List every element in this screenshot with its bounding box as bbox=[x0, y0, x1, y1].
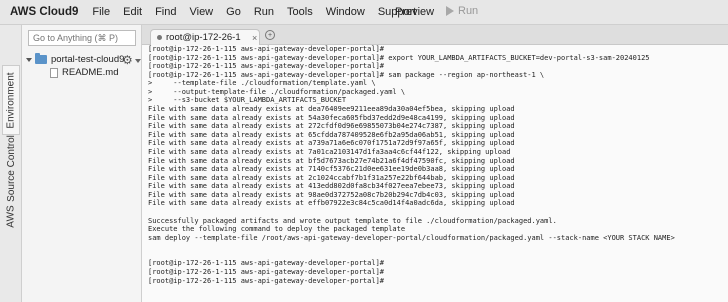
terminal-line: > --s3-bucket $YOUR_LAMBDA_ARTIFACTS_BUC… bbox=[148, 96, 347, 105]
terminal-line: File with same data already exists at 7a… bbox=[148, 147, 511, 156]
menu-bar: AWS Cloud9 File Edit Find View Go Run To… bbox=[0, 0, 728, 25]
terminal-line: File with same data already exists at 71… bbox=[148, 165, 515, 174]
tab-aws-label: AWS bbox=[5, 204, 17, 228]
tree-folder-root[interactable]: portal-test-cloud9 bbox=[26, 53, 125, 65]
menu-go[interactable]: Go bbox=[226, 6, 241, 18]
run-button[interactable]: Run bbox=[446, 5, 478, 17]
folder-icon bbox=[35, 53, 47, 64]
terminal-line: sam deploy --template-file /root/aws-api… bbox=[148, 233, 675, 242]
menu-window[interactable]: Window bbox=[326, 6, 365, 18]
terminal-line: > --template-file ./cloudformation/templ… bbox=[148, 79, 376, 88]
run-label: Run bbox=[458, 5, 479, 17]
terminal-line: File with same data already exists at de… bbox=[148, 105, 515, 114]
terminal-line: File with same data already exists at 98… bbox=[148, 190, 515, 199]
terminal-line: File with same data already exists at 65… bbox=[148, 130, 515, 139]
file-panel: portal-test-cloud9 ⚙ README.md bbox=[22, 25, 142, 302]
play-icon bbox=[446, 6, 454, 16]
terminal-line: File with same data already exists at 41… bbox=[148, 182, 515, 191]
folder-label: portal-test-cloud9 bbox=[51, 54, 125, 65]
app-brand[interactable]: AWS Cloud9 bbox=[0, 6, 78, 18]
add-tab-icon[interactable]: + bbox=[265, 30, 275, 40]
file-icon bbox=[50, 67, 58, 78]
tab-environment[interactable]: Environment bbox=[2, 65, 20, 135]
terminal-line: [root@ip-172-26-1-115 aws-api-gateway-de… bbox=[148, 70, 545, 79]
terminal-line: [root@ip-172-26-1-115 aws-api-gateway-de… bbox=[148, 268, 385, 277]
tab-terminal[interactable]: root@ip-172-26-1 × bbox=[150, 29, 260, 45]
terminal-line: > --output-template-file ./cloudformatio… bbox=[148, 87, 406, 96]
menu-tools[interactable]: Tools bbox=[287, 6, 313, 18]
terminal-line: File with same data already exists at bf… bbox=[148, 156, 515, 165]
menu-run[interactable]: Run bbox=[254, 6, 274, 18]
terminal-line: File with same data already exists at 27… bbox=[148, 122, 515, 131]
tab-source-control-label: Source Control bbox=[5, 134, 17, 202]
tree-file-readme[interactable]: README.md bbox=[50, 67, 118, 78]
tab-source-control[interactable]: Source Control bbox=[2, 134, 20, 202]
menu-file[interactable]: File bbox=[92, 6, 110, 18]
terminal-line: [root@ip-172-26-1-115 aws-api-gateway-de… bbox=[148, 62, 385, 71]
terminal-line: [root@ip-172-26-1-115 aws-api-gateway-de… bbox=[148, 53, 650, 62]
terminal-line: File with same data already exists at 2c… bbox=[148, 173, 515, 182]
terminal-dot-icon bbox=[157, 35, 162, 40]
terminal-line: [root@ip-172-26-1-115 aws-api-gateway-de… bbox=[148, 45, 385, 53]
terminal-line: File with same data already exists at ef… bbox=[148, 199, 515, 208]
terminal-line: Execute the following command to deploy … bbox=[148, 225, 406, 234]
vertical-sidebar: Environment Source Control AWS bbox=[0, 25, 22, 302]
search-input[interactable] bbox=[28, 30, 136, 46]
terminal-line: [root@ip-172-26-1-115 aws-api-gateway-de… bbox=[148, 276, 385, 285]
tab-terminal-label: root@ip-172-26-1 bbox=[166, 32, 241, 43]
menu-edit[interactable]: Edit bbox=[123, 6, 142, 18]
tab-environment-label: Environment bbox=[5, 71, 17, 129]
file-label: README.md bbox=[62, 67, 119, 78]
gear-icon[interactable]: ⚙ bbox=[122, 53, 133, 67]
menu-view[interactable]: View bbox=[189, 6, 213, 18]
terminal-line: File with same data already exists at a7… bbox=[148, 139, 515, 148]
terminal-line: File with same data already exists at 54… bbox=[148, 113, 515, 122]
gear-dropdown-icon[interactable] bbox=[135, 59, 141, 63]
chevron-down-icon[interactable] bbox=[26, 57, 32, 62]
terminal-output[interactable]: [root@ip-172-26-1-115 aws-api-gateway-de… bbox=[142, 45, 728, 302]
close-icon[interactable]: × bbox=[252, 33, 257, 43]
preview-button[interactable]: Preview bbox=[395, 6, 434, 18]
tab-aws[interactable]: AWS bbox=[2, 201, 20, 231]
terminal-line: [root@ip-172-26-1-115 aws-api-gateway-de… bbox=[148, 259, 385, 268]
terminal-line: Successfully packaged artifacts and wrot… bbox=[148, 216, 557, 225]
menu-find[interactable]: Find bbox=[155, 6, 176, 18]
editor-tabs-bar: root@ip-172-26-1 × + bbox=[142, 25, 728, 45]
